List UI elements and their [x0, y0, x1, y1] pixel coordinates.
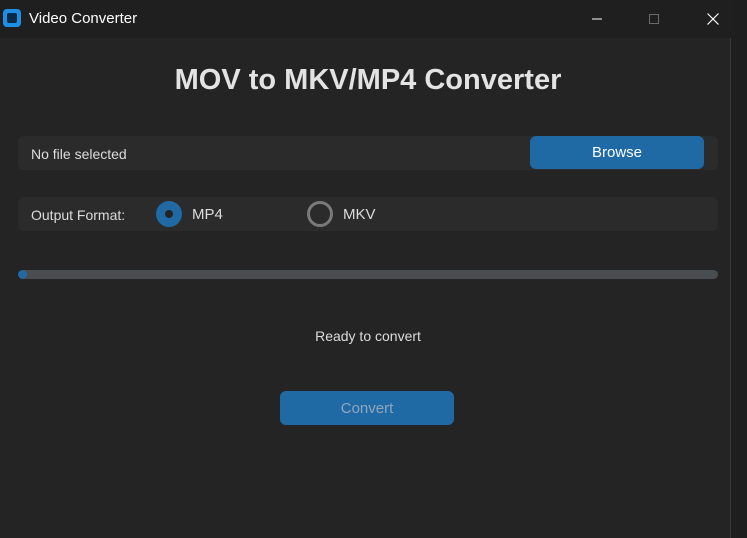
maximize-icon [649, 14, 659, 24]
app-icon [3, 9, 21, 27]
browse-button[interactable]: Browse [530, 136, 704, 169]
format-option-label[interactable]: MKV [343, 206, 376, 223]
format-option-label[interactable]: MP4 [192, 206, 223, 223]
format-radio-mkv[interactable]: MKV [307, 201, 376, 227]
progress-fill [18, 270, 27, 279]
radio-unchecked-icon[interactable] [307, 201, 333, 227]
output-format-label: Output Format: [31, 207, 126, 223]
minimize-button[interactable] [574, 0, 620, 38]
close-button[interactable] [690, 0, 736, 38]
convert-button[interactable]: Convert [280, 391, 454, 425]
close-icon [707, 13, 719, 25]
status-label: Ready to convert [315, 328, 421, 344]
window-title: Video Converter [29, 10, 138, 27]
radio-checked-icon[interactable] [156, 201, 182, 227]
minimize-icon [592, 18, 602, 20]
main-content: MOV to MKV/MP4 Converter No file selecte… [0, 38, 731, 538]
conversion-progress-bar [18, 270, 718, 279]
format-radio-mp4[interactable]: MP4 [156, 201, 223, 227]
maximize-button[interactable] [631, 0, 677, 38]
title-bar[interactable]: Video Converter [0, 0, 731, 38]
file-selection-panel: No file selected Browse [18, 136, 718, 170]
output-format-panel: Output Format: MP4 MKV [18, 197, 718, 231]
page-title: MOV to MKV/MP4 Converter [174, 64, 562, 96]
app-window: Video Converter MOV to MKV/MP4 Converter… [0, 0, 731, 538]
selected-file-label: No file selected [31, 146, 127, 162]
